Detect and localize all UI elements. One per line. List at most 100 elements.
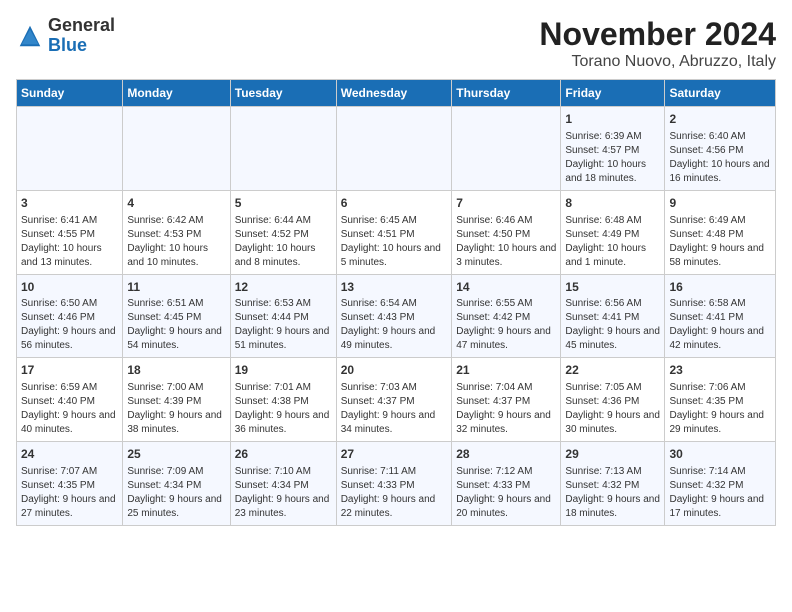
day-number: 17	[21, 362, 118, 379]
calendar-cell: 28 Sunrise: 7:12 AM Sunset: 4:33 PM Dayli…	[452, 442, 561, 526]
day-info: Sunrise: 6:42 AM Sunset: 4:53 PM Dayligh…	[127, 214, 225, 270]
calendar-cell: 2Sunrise: 6:40 AM Sunset: 4:56 PM Daylig…	[665, 107, 776, 191]
day-number: 3	[21, 195, 118, 212]
day-info: Sunrise: 7:12 AM Sunset: 4:33 PM Dayligh…	[456, 465, 556, 521]
calendar-cell: 16Sunrise: 6:58 AM Sunset: 4:41 PM Dayli…	[665, 274, 776, 358]
day-info: Sunrise: 6:39 AM Sunset: 4:57 PM Dayligh…	[565, 130, 660, 186]
day-info: Sunrise: 6:48 AM Sunset: 4:49 PM Dayligh…	[565, 214, 660, 270]
day-number: 20	[341, 362, 448, 379]
day-number: 21	[456, 362, 556, 379]
calendar-cell: 11Sunrise: 6:51 AM Sunset: 4:45 PM Dayli…	[123, 274, 230, 358]
logo-text: General Blue	[48, 16, 115, 56]
day-number: 15	[565, 279, 660, 296]
day-number: 19	[235, 362, 332, 379]
calendar-cell	[336, 107, 452, 191]
day-number: 18	[127, 362, 225, 379]
calendar-subtitle: Torano Nuovo, Abruzzo, Italy	[539, 53, 776, 71]
day-header-sunday: Sunday	[17, 80, 123, 107]
day-info: Sunrise: 6:54 AM Sunset: 4:43 PM Dayligh…	[341, 297, 448, 353]
day-number: 13	[341, 279, 448, 296]
day-header-friday: Friday	[561, 80, 665, 107]
calendar-table: SundayMondayTuesdayWednesdayThursdayFrid…	[16, 79, 776, 526]
logo: General Blue	[16, 16, 115, 56]
calendar-cell: 3 Sunrise: 6:41 AM Sunset: 4:55 PM Daylig…	[17, 190, 123, 274]
day-info: Sunrise: 7:03 AM Sunset: 4:37 PM Dayligh…	[341, 381, 448, 437]
day-number: 24	[21, 446, 118, 463]
day-info: Sunrise: 6:46 AM Sunset: 4:50 PM Dayligh…	[456, 214, 556, 270]
calendar-cell	[17, 107, 123, 191]
day-info: Sunrise: 6:45 AM Sunset: 4:51 PM Dayligh…	[341, 214, 448, 270]
week-row-2: 3 Sunrise: 6:41 AM Sunset: 4:55 PM Daylig…	[17, 190, 776, 274]
calendar-cell	[230, 107, 336, 191]
calendar-cell: 19Sunrise: 7:01 AM Sunset: 4:38 PM Dayli…	[230, 358, 336, 442]
day-info: Sunrise: 7:00 AM Sunset: 4:39 PM Dayligh…	[127, 381, 225, 437]
day-info: Sunrise: 6:49 AM Sunset: 4:48 PM Dayligh…	[669, 214, 771, 270]
day-info: Sunrise: 7:05 AM Sunset: 4:36 PM Dayligh…	[565, 381, 660, 437]
day-number: 4	[127, 195, 225, 212]
day-number: 9	[669, 195, 771, 212]
day-info: Sunrise: 6:50 AM Sunset: 4:46 PM Dayligh…	[21, 297, 118, 353]
day-header-saturday: Saturday	[665, 80, 776, 107]
day-number: 26	[235, 446, 332, 463]
calendar-cell: 23 Sunrise: 7:06 AM Sunset: 4:35 PM Dayli…	[665, 358, 776, 442]
day-info: Sunrise: 6:56 AM Sunset: 4:41 PM Dayligh…	[565, 297, 660, 353]
week-row-1: 1 Sunrise: 6:39 AM Sunset: 4:57 PM Daylig…	[17, 107, 776, 191]
week-row-5: 24 Sunrise: 7:07 AM Sunset: 4:35 PM Dayli…	[17, 442, 776, 526]
calendar-cell: 24 Sunrise: 7:07 AM Sunset: 4:35 PM Dayli…	[17, 442, 123, 526]
day-info: Sunrise: 6:41 AM Sunset: 4:55 PM Dayligh…	[21, 214, 118, 270]
calendar-cell: 22 Sunrise: 7:05 AM Sunset: 4:36 PM Dayli…	[561, 358, 665, 442]
day-number: 6	[341, 195, 448, 212]
day-info: Sunrise: 6:51 AM Sunset: 4:45 PM Dayligh…	[127, 297, 225, 353]
calendar-cell: 21 Sunrise: 7:04 AM Sunset: 4:37 PM Dayli…	[452, 358, 561, 442]
week-row-4: 17 Sunrise: 6:59 AM Sunset: 4:40 PM Dayli…	[17, 358, 776, 442]
calendar-cell: 7Sunrise: 6:46 AM Sunset: 4:50 PM Daylig…	[452, 190, 561, 274]
calendar-cell: 1 Sunrise: 6:39 AM Sunset: 4:57 PM Daylig…	[561, 107, 665, 191]
day-header-wednesday: Wednesday	[336, 80, 452, 107]
week-row-3: 10Sunrise: 6:50 AM Sunset: 4:46 PM Dayli…	[17, 274, 776, 358]
day-number: 23	[669, 362, 771, 379]
day-info: Sunrise: 7:07 AM Sunset: 4:35 PM Dayligh…	[21, 465, 118, 521]
calendar-cell: 5Sunrise: 6:44 AM Sunset: 4:52 PM Daylig…	[230, 190, 336, 274]
calendar-cell: 15Sunrise: 6:56 AM Sunset: 4:41 PM Dayli…	[561, 274, 665, 358]
day-number: 28	[456, 446, 556, 463]
day-info: Sunrise: 6:44 AM Sunset: 4:52 PM Dayligh…	[235, 214, 332, 270]
day-number: 2	[669, 111, 771, 128]
calendar-cell: 30 Sunrise: 7:14 AM Sunset: 4:32 PM Dayli…	[665, 442, 776, 526]
day-info: Sunrise: 7:04 AM Sunset: 4:37 PM Dayligh…	[456, 381, 556, 437]
logo-general: General	[48, 15, 115, 35]
calendar-cell: 10Sunrise: 6:50 AM Sunset: 4:46 PM Dayli…	[17, 274, 123, 358]
day-info: Sunrise: 7:06 AM Sunset: 4:35 PM Dayligh…	[669, 381, 771, 437]
day-number: 25	[127, 446, 225, 463]
day-info: Sunrise: 7:10 AM Sunset: 4:34 PM Dayligh…	[235, 465, 332, 521]
day-number: 12	[235, 279, 332, 296]
day-info: Sunrise: 6:59 AM Sunset: 4:40 PM Dayligh…	[21, 381, 118, 437]
day-number: 8	[565, 195, 660, 212]
calendar-cell: 27Sunrise: 7:11 AM Sunset: 4:33 PM Dayli…	[336, 442, 452, 526]
calendar-cell: 6 Sunrise: 6:45 AM Sunset: 4:51 PM Daylig…	[336, 190, 452, 274]
calendar-cell: 13Sunrise: 6:54 AM Sunset: 4:43 PM Dayli…	[336, 274, 452, 358]
day-number: 14	[456, 279, 556, 296]
header-row: SundayMondayTuesdayWednesdayThursdayFrid…	[17, 80, 776, 107]
calendar-cell: 18 Sunrise: 7:00 AM Sunset: 4:39 PM Dayli…	[123, 358, 230, 442]
logo-blue: Blue	[48, 35, 87, 55]
day-number: 29	[565, 446, 660, 463]
calendar-cell: 9 Sunrise: 6:49 AM Sunset: 4:48 PM Daylig…	[665, 190, 776, 274]
calendar-cell: 17 Sunrise: 6:59 AM Sunset: 4:40 PM Dayli…	[17, 358, 123, 442]
day-header-tuesday: Tuesday	[230, 80, 336, 107]
day-number: 27	[341, 446, 448, 463]
day-number: 30	[669, 446, 771, 463]
calendar-cell: 14Sunrise: 6:55 AM Sunset: 4:42 PM Dayli…	[452, 274, 561, 358]
day-info: Sunrise: 6:58 AM Sunset: 4:41 PM Dayligh…	[669, 297, 771, 353]
day-info: Sunrise: 7:13 AM Sunset: 4:32 PM Dayligh…	[565, 465, 660, 521]
day-number: 1	[565, 111, 660, 128]
logo-icon	[16, 22, 44, 50]
calendar-title: November 2024	[539, 16, 776, 53]
day-info: Sunrise: 7:14 AM Sunset: 4:32 PM Dayligh…	[669, 465, 771, 521]
calendar-cell: 25Sunrise: 7:09 AM Sunset: 4:34 PM Dayli…	[123, 442, 230, 526]
day-number: 16	[669, 279, 771, 296]
day-number: 10	[21, 279, 118, 296]
day-number: 22	[565, 362, 660, 379]
day-header-thursday: Thursday	[452, 80, 561, 107]
title-block: November 2024 Torano Nuovo, Abruzzo, Ita…	[539, 16, 776, 71]
calendar-cell: 26 Sunrise: 7:10 AM Sunset: 4:34 PM Dayli…	[230, 442, 336, 526]
